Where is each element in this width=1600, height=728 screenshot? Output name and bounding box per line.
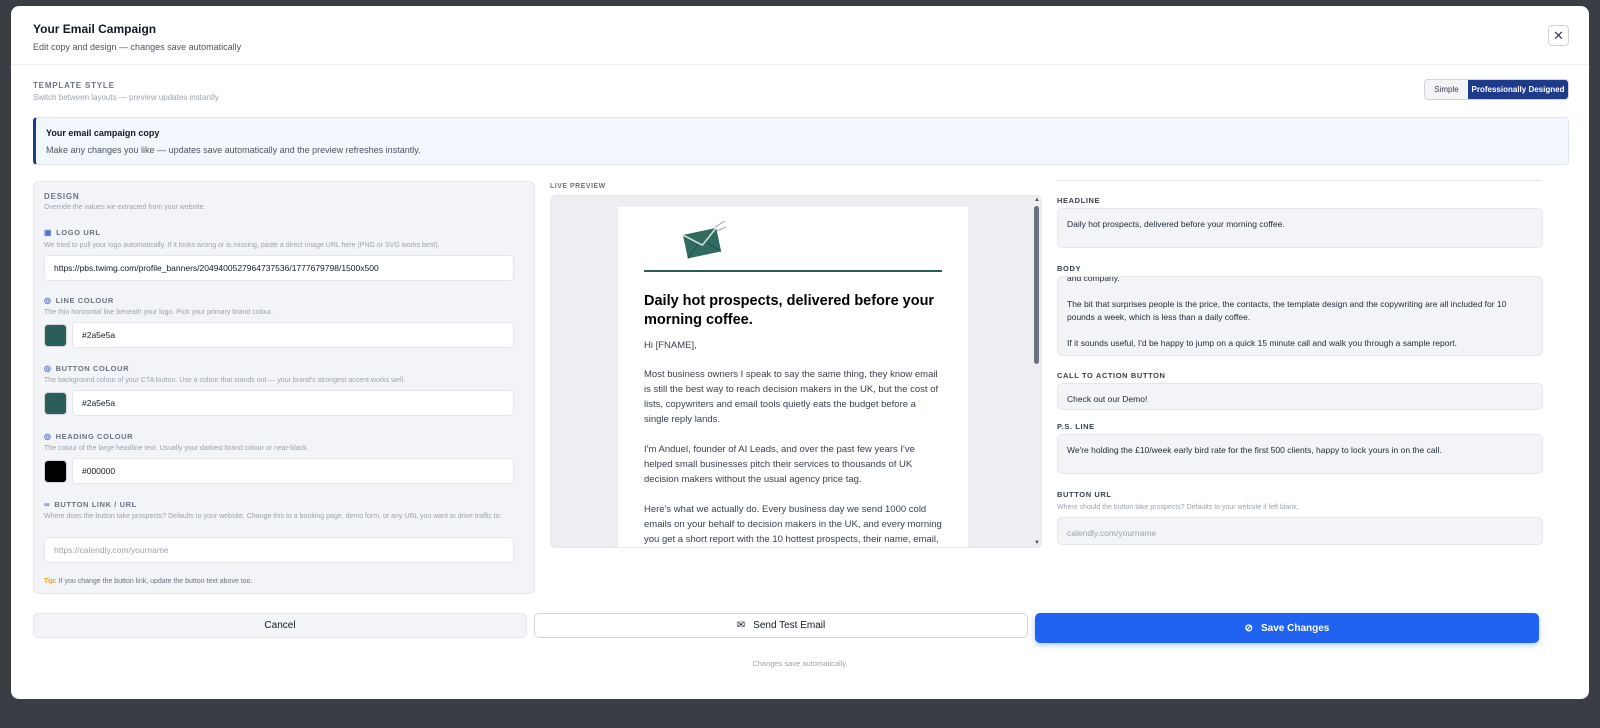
- heading-colour-label: ◎ HEADING COLOUR: [44, 432, 134, 441]
- template-pro-button[interactable]: Professionally Designed: [1468, 80, 1568, 99]
- email-greeting: Hi [FNAME],: [644, 340, 697, 351]
- info-text: Make any changes you like — updates save…: [46, 145, 421, 155]
- palette-icon: ◎: [44, 296, 52, 305]
- button-url-field[interactable]: calendly.com/yourname: [1057, 517, 1543, 545]
- button-url-help: Where should the button take prospects? …: [1057, 504, 1299, 511]
- image-icon: ▣: [44, 228, 53, 237]
- button-link-help: Where does the button take prospects? De…: [44, 513, 502, 520]
- email-headline: Daily hot prospects, delivered before yo…: [644, 293, 935, 328]
- email-divider: [644, 270, 942, 272]
- heading-colour-input[interactable]: #000000: [72, 458, 514, 484]
- template-style-toggle: Simple Professionally Designed: [1424, 79, 1569, 100]
- email-paragraph: Here's what we actually do. Every busine…: [644, 504, 942, 545]
- line-colour-help: The thin horizontal line beneath your lo…: [44, 309, 273, 316]
- close-button[interactable]: ✕: [1548, 25, 1569, 46]
- scroll-thumb[interactable]: [1034, 206, 1039, 364]
- body-line: and company.: [1067, 276, 1120, 283]
- line-colour-input[interactable]: #2a5e5a: [72, 322, 514, 348]
- button-link-label: ∞ BUTTON LINK / URL: [44, 500, 137, 509]
- button-colour-help: The background colour of your CTA button…: [44, 377, 406, 384]
- palette-icon: ◎: [44, 364, 52, 373]
- headline-label: HEADLINE: [1057, 196, 1101, 205]
- tip-text: Tip: If you change the button link, upda…: [44, 578, 253, 585]
- divider: [1057, 180, 1542, 181]
- modal-title: Your Email Campaign: [33, 22, 157, 36]
- palette-icon: ◎: [44, 432, 52, 441]
- line-colour-label: ◎ LINE COLOUR: [44, 296, 114, 305]
- line-colour-swatch[interactable]: [44, 324, 67, 347]
- check-circle-icon: ⊘: [1244, 622, 1253, 634]
- design-title: DESIGN: [44, 192, 80, 201]
- body-line: The bit that surprises people is the pri…: [1067, 299, 1507, 322]
- design-panel: DESIGN Override the values we extracted …: [33, 181, 535, 594]
- cta-label: CALL TO ACTION BUTTON: [1057, 371, 1166, 380]
- button-colour-input[interactable]: #2a5e5a: [72, 390, 514, 416]
- autosave-note: Changes save automatically.: [752, 659, 848, 668]
- template-style-label: TEMPLATE STYLE: [33, 81, 115, 90]
- email-campaign-modal: Your Email Campaign Edit copy and design…: [11, 6, 1589, 699]
- heading-colour-help: The colour of the large headline text. U…: [44, 445, 309, 452]
- modal-header: Your Email Campaign Edit copy and design…: [11, 6, 1589, 65]
- design-subtitle: Override the values we extracted from yo…: [44, 204, 206, 211]
- template-style-subtitle: Switch between layouts — preview updates…: [33, 93, 219, 102]
- preview-scrollbar[interactable]: ▲ ▼: [1032, 196, 1041, 547]
- scroll-down-icon[interactable]: ▼: [1034, 540, 1040, 546]
- save-changes-button[interactable]: ⊘ Save Changes: [1035, 613, 1539, 643]
- send-test-email-button[interactable]: ✉ Send Test Email: [534, 613, 1028, 638]
- live-preview[interactable]: Daily hot prospects, delivered before yo…: [550, 195, 1042, 548]
- envelope-logo-icon: [679, 220, 942, 261]
- cta-field[interactable]: Check out our Demo!: [1057, 383, 1543, 410]
- cancel-button[interactable]: Cancel: [33, 613, 527, 638]
- info-banner: Your email campaign copy Make any change…: [33, 117, 1569, 165]
- logo-url-help: We tried to pull your logo automatically…: [44, 242, 440, 249]
- logo-url-input[interactable]: https://pbs.twimg.com/profile_banners/20…: [44, 255, 514, 281]
- email-paragraph: I'm Anduel, founder of AI Leads, and ove…: [644, 444, 915, 485]
- body-field[interactable]: and company. The bit that surprises peop…: [1057, 276, 1543, 356]
- button-colour-label: ◎ BUTTON COLOUR: [44, 364, 130, 373]
- email-paragraph: Most business owners I speak to say the …: [644, 369, 939, 425]
- email-preview: Daily hot prospects, delivered before yo…: [618, 207, 968, 547]
- scroll-up-icon[interactable]: ▲: [1034, 197, 1040, 203]
- modal-subtitle: Edit copy and design — changes save auto…: [33, 42, 242, 52]
- body-line: If it sounds useful, I'd be happy to jum…: [1067, 338, 1458, 348]
- ps-label: P.S. LINE: [1057, 422, 1095, 431]
- live-preview-label: LIVE PREVIEW: [550, 183, 606, 190]
- mail-icon: ✉: [736, 620, 746, 631]
- button-colour-swatch[interactable]: [44, 392, 67, 415]
- body-label: BODY: [1057, 264, 1082, 273]
- template-simple-button[interactable]: Simple: [1425, 80, 1468, 99]
- headline-field[interactable]: Daily hot prospects, delivered before yo…: [1057, 208, 1543, 248]
- logo-url-label: ▣ LOGO URL: [44, 228, 101, 237]
- info-title: Your email campaign copy: [46, 128, 160, 138]
- button-url-label: BUTTON URL: [1057, 490, 1112, 499]
- button-link-input[interactable]: https://calendly.com/yourname: [44, 537, 514, 563]
- ps-field[interactable]: We're holding the £10/week early bird ra…: [1057, 434, 1543, 474]
- close-icon: ✕: [1553, 27, 1564, 43]
- heading-colour-swatch[interactable]: [44, 460, 67, 483]
- link-icon: ∞: [44, 500, 51, 509]
